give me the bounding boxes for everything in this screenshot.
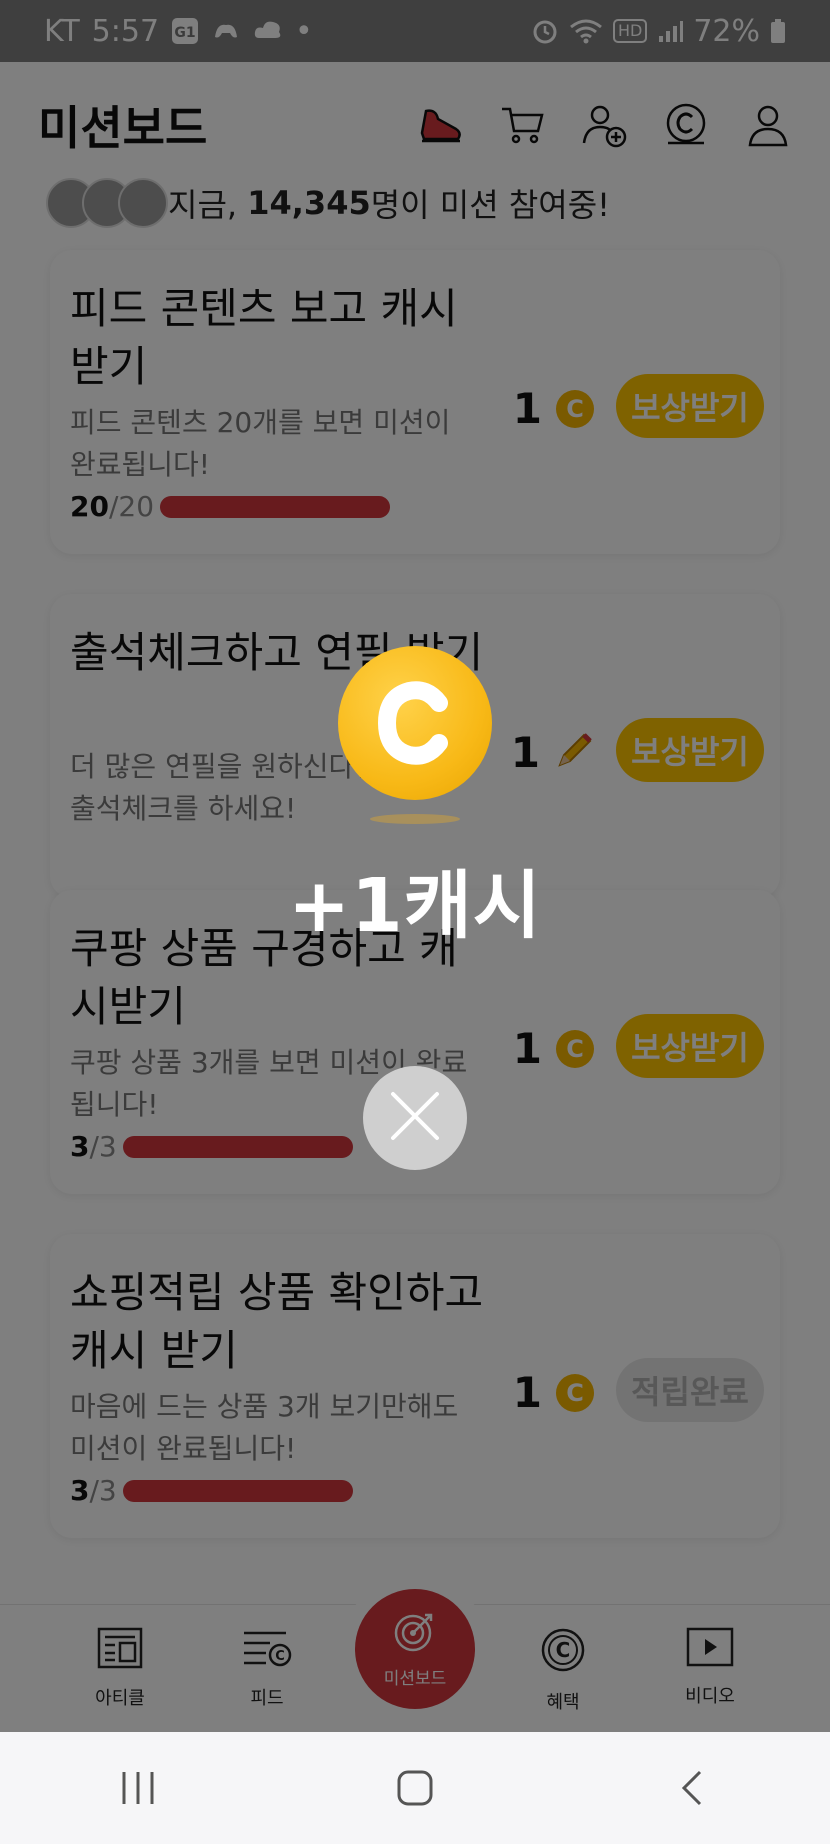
- close-icon: [389, 1090, 441, 1146]
- coin-shadow: [370, 814, 460, 824]
- back-button[interactable]: [662, 1758, 722, 1818]
- reward-message: +1캐시: [288, 863, 542, 949]
- recent-apps-button[interactable]: [108, 1758, 168, 1818]
- system-nav-bar: [0, 1732, 830, 1844]
- cash-coin-icon: [338, 646, 492, 800]
- home-button[interactable]: [385, 1758, 445, 1818]
- close-button[interactable]: [363, 1066, 467, 1170]
